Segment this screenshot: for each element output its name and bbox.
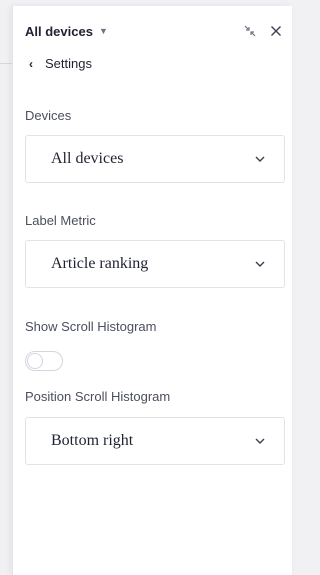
label-metric-label: Label Metric bbox=[25, 213, 96, 228]
position-scroll-histogram-select-value: Bottom right bbox=[51, 432, 134, 449]
collapse-icon[interactable] bbox=[242, 23, 258, 39]
caret-down-icon: ▼ bbox=[98, 26, 108, 36]
chevron-down-icon bbox=[254, 153, 266, 165]
label-metric-select-value: Article ranking bbox=[51, 255, 149, 272]
chevron-down-icon bbox=[254, 258, 266, 270]
background-divider bbox=[0, 63, 12, 64]
devices-select-value: All devices bbox=[51, 150, 124, 167]
show-scroll-histogram-toggle[interactable] bbox=[25, 351, 63, 371]
chevron-down-icon bbox=[254, 435, 266, 447]
settings-panel: All devices ▼ ‹ Settings Devices All dev… bbox=[12, 6, 292, 575]
device-selector-label: All devices bbox=[25, 23, 93, 39]
back-to-settings-link[interactable]: ‹ Settings bbox=[29, 56, 92, 71]
close-icon[interactable] bbox=[268, 23, 284, 39]
toggle-knob bbox=[27, 353, 43, 369]
devices-select[interactable]: All devices bbox=[25, 135, 285, 183]
header-actions bbox=[242, 23, 284, 39]
back-label: Settings bbox=[45, 56, 92, 71]
position-scroll-histogram-select[interactable]: Bottom right bbox=[25, 417, 285, 465]
panel-header: All devices ▼ bbox=[25, 20, 284, 42]
device-selector[interactable]: All devices ▼ bbox=[25, 24, 108, 39]
label-metric-select[interactable]: Article ranking bbox=[25, 240, 285, 288]
position-scroll-histogram-label: Position Scroll Histogram bbox=[25, 389, 171, 404]
chevron-left-icon: ‹ bbox=[29, 56, 33, 71]
devices-label: Devices bbox=[25, 108, 72, 123]
show-scroll-histogram-label: Show Scroll Histogram bbox=[25, 319, 157, 334]
